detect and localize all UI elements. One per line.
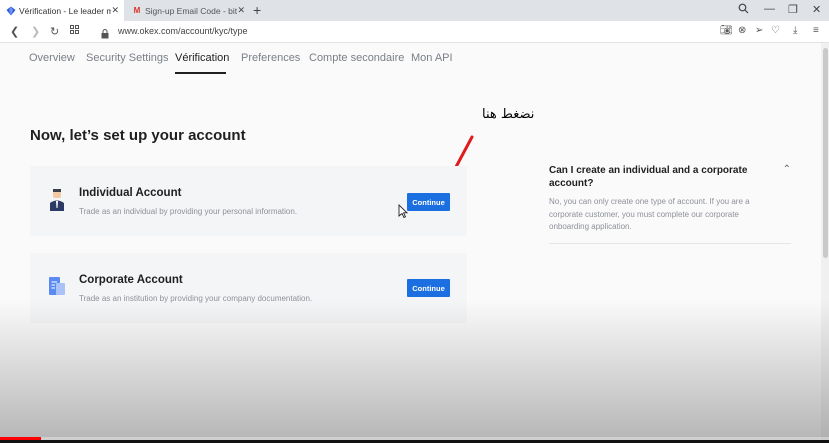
scrollbar-thumb[interactable] [823, 48, 828, 258]
new-tab-icon[interactable]: + [253, 2, 261, 18]
chevron-up-icon[interactable]: ⌃ [783, 164, 791, 175]
annotation-text: نضغط هنا [482, 107, 535, 122]
tab-bar: Vérification - Le leader mo ✕ M Sign-up … [0, 0, 829, 21]
corporate-account-card: Corporate Account Trade as an institutio… [30, 253, 467, 323]
divider [549, 242, 791, 244]
close-tab-icon[interactable]: ✕ [111, 5, 119, 16]
document-icon [47, 275, 67, 299]
url-field[interactable]: www.okex.com/account/kyc/type [118, 26, 248, 36]
reload-icon[interactable]: ↻ [50, 25, 59, 38]
lock-icon[interactable] [101, 26, 109, 39]
subnav-preferences[interactable]: Preferences [241, 52, 300, 64]
subnav-compte-secondaire[interactable]: Compte secondaire [309, 52, 404, 64]
heart-icon[interactable]: ♡ [771, 25, 780, 36]
browser-tab-active[interactable]: Vérification - Le leader mo ✕ [0, 0, 124, 21]
corporate-continue-button[interactable]: Continue [407, 279, 450, 297]
send-icon[interactable]: ➢ [755, 25, 763, 36]
faq-question[interactable]: Can I create an individual and a corpora… [549, 164, 764, 190]
account-subnav: Overview Security Settings Vérification … [0, 43, 821, 75]
speed-dial-icon[interactable] [70, 25, 79, 37]
close-window-icon[interactable]: ✕ [812, 3, 821, 16]
gmail-icon: M [133, 6, 141, 15]
card-title: Individual Account [79, 187, 182, 199]
adblock-icon[interactable]: ⊗ [738, 25, 746, 36]
back-icon[interactable]: ❮ [10, 25, 19, 38]
tab-title: Sign-up Email Code - bitco [145, 5, 237, 16]
address-bar: ❮ ❯ ↻ www.okex.com/account/kyc/type 📷︎ ⊗… [0, 21, 829, 43]
minimize-icon[interactable]: — [764, 3, 775, 15]
subnav-verification[interactable]: Vérification [175, 52, 229, 64]
search-icon[interactable] [738, 3, 749, 17]
page-title: Now, let’s set up your account [30, 127, 246, 144]
individual-account-card: Individual Account Trade as an individua… [30, 166, 467, 236]
browser-tab[interactable]: M Sign-up Email Code - bitco ✕ [126, 0, 250, 21]
card-description: Trade as an institution by providing you… [79, 294, 313, 303]
page-content: Overview Security Settings Vérification … [0, 43, 821, 440]
download-icon[interactable]: ⤓ [793, 25, 797, 36]
mouse-cursor-icon [398, 204, 408, 218]
okex-diamond-icon [6, 6, 16, 16]
faq-item[interactable]: Can I create an individual and a corpora… [549, 164, 791, 244]
subnav-overview[interactable]: Overview [29, 52, 75, 64]
faq-answer: No, you can only create one type of acco… [549, 197, 750, 231]
person-icon [47, 188, 67, 212]
menu-icon[interactable]: ≡ [813, 25, 819, 36]
subnav-mon-api[interactable]: Mon API [411, 52, 453, 64]
individual-continue-button[interactable]: Continue [407, 193, 450, 211]
camera-icon[interactable]: 📷︎ [720, 25, 733, 36]
close-tab-icon[interactable]: ✕ [237, 5, 245, 16]
subnav-security-settings[interactable]: Security Settings [86, 52, 169, 64]
card-title: Corporate Account [79, 274, 183, 286]
tab-title: Vérification - Le leader mo [19, 5, 111, 16]
active-tab-underline [175, 72, 226, 74]
maximize-icon[interactable]: ❐ [788, 3, 798, 16]
forward-icon[interactable]: ❯ [31, 25, 40, 38]
card-description: Trade as an individual by providing your… [79, 207, 298, 216]
